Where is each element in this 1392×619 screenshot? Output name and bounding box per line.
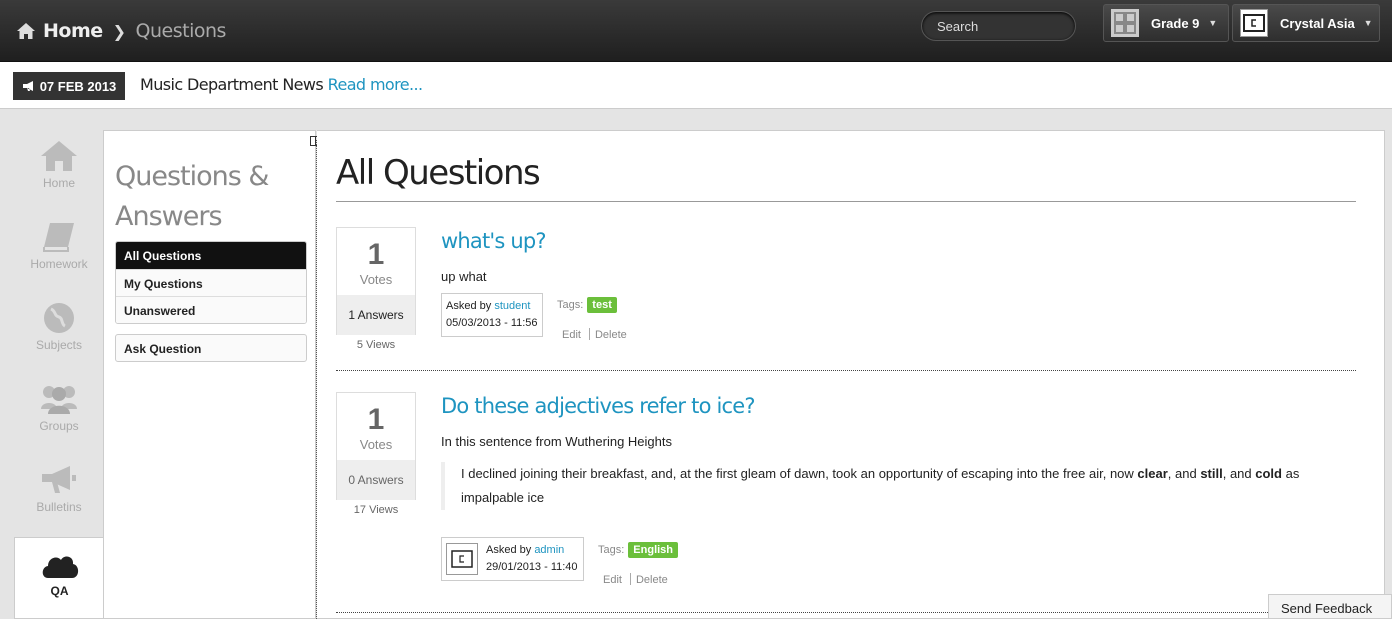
delete-link[interactable]: Delete (595, 329, 627, 341)
chevron-right-icon: ❯ (112, 21, 126, 41)
breadcrumb: Home ❯ Questions (16, 18, 226, 44)
icon-nav: Home Homework Subjects Groups Bulletins … (14, 130, 104, 619)
ask-question-button[interactable]: Ask Question (115, 334, 307, 362)
news-text: Music Department News (140, 75, 324, 94)
nav-label: QA (50, 584, 69, 598)
delete-link[interactable]: Delete (636, 574, 668, 586)
users-icon (41, 386, 77, 414)
question-title-link[interactable]: Do these adjectives refer to ice? (441, 394, 756, 418)
megaphone-icon (42, 466, 76, 493)
nav-label: Homework (30, 257, 88, 271)
question-actions: Edit Delete (562, 328, 627, 341)
page-title: All Questions (336, 153, 541, 193)
vote-box: 1 Votes 1 Answers (336, 227, 416, 335)
asked-by-label: Asked by (446, 300, 492, 312)
avatar (1240, 9, 1268, 37)
user-menu[interactable]: Crystal Asia ▼ (1232, 4, 1380, 42)
nav-label: Bulletins (36, 500, 82, 514)
grade-selector[interactable]: Grade 9 ▼ (1103, 4, 1229, 42)
sidebar-item-unanswered[interactable]: Unanswered (116, 296, 306, 323)
question-item: 1 Votes 0 Answers 17 Views Do these adje… (336, 392, 1356, 586)
question-body: In this sentence from Wuthering Heights (441, 434, 672, 449)
tags: Tags: English (598, 542, 679, 558)
title-divider (336, 201, 1356, 202)
answer-count: 0 Answers (337, 460, 415, 500)
send-feedback-button[interactable]: Send Feedback (1268, 594, 1392, 619)
tag-badge[interactable]: test (587, 297, 617, 313)
globe-icon (44, 303, 74, 333)
avatar (446, 543, 478, 575)
nav-item-bulletins[interactable]: Bulletins (14, 454, 104, 535)
breadcrumb-home-link[interactable]: Home (43, 20, 103, 42)
nav-item-subjects[interactable]: Subjects (14, 292, 104, 373)
sidebar-item-all-questions[interactable]: All Questions (116, 242, 306, 269)
edit-link[interactable]: Edit (562, 329, 581, 341)
breadcrumb-current: Questions (135, 20, 227, 42)
sidebar-list: All Questions My Questions Unanswered (115, 241, 307, 324)
sidebar-title: Questions & Answers (115, 161, 269, 232)
tag-badge[interactable]: English (628, 542, 679, 558)
question-divider (336, 370, 1356, 371)
question-date: 29/01/2013 - 11:40 (486, 561, 578, 573)
votes-label: Votes (359, 437, 393, 452)
question-item: 1 Votes 1 Answers 5 Views what's up? up … (336, 227, 1356, 367)
caret-down-icon: ▼ (1208, 18, 1218, 28)
grade-icon (1111, 9, 1139, 37)
question-quote: I declined joining their breakfast, and,… (441, 462, 1361, 510)
answer-count: 1 Answers (337, 295, 415, 335)
question-date: 05/03/2013 - 11:56 (446, 317, 538, 329)
nav-label: Groups (39, 419, 79, 433)
question-title-link[interactable]: what's up? (441, 229, 547, 253)
read-more-link[interactable]: Read more... (328, 75, 423, 94)
nav-item-groups[interactable]: Groups (14, 373, 104, 454)
top-bar: Home ❯ Questions Search Grade 9 ▼ Crysta… (0, 0, 1392, 62)
news-date: 07 FEB 2013 (39, 78, 117, 94)
sidebar-item-my-questions[interactable]: My Questions (116, 269, 306, 296)
author-link[interactable]: student (494, 300, 530, 312)
vote-count: 1 (367, 238, 385, 271)
nav-item-qa[interactable]: QA (14, 537, 104, 619)
nav-item-home[interactable]: Home (14, 130, 104, 211)
votes-label: Votes (359, 272, 393, 287)
asked-by-box: Asked by student 05/03/2013 - 11:56 (441, 293, 543, 337)
question-body: up what (441, 269, 487, 284)
view-count: 5 Views (356, 339, 396, 351)
home-icon (17, 23, 35, 39)
vote-box: 1 Votes 0 Answers (336, 392, 416, 500)
user-name: Crystal Asia (1280, 15, 1355, 31)
book-icon (43, 223, 74, 252)
news-headline: Music Department News Read more... (140, 75, 423, 94)
main-content: All Questions 1 Votes 1 Answers 5 Views … (317, 130, 1385, 619)
question-actions: Edit Delete (603, 573, 668, 586)
tags: Tags: test (557, 297, 617, 313)
cloud-icon (42, 556, 78, 578)
author-link[interactable]: admin (534, 544, 564, 556)
nav-item-homework[interactable]: Homework (14, 211, 104, 292)
nav-label: Home (42, 176, 75, 190)
asked-by-label: Asked by (486, 544, 532, 556)
nav-label: Subjects (35, 338, 83, 352)
search-input[interactable]: Search (921, 11, 1076, 41)
asked-by-box: Asked by admin 29/01/2013 - 11:40 (441, 537, 584, 581)
question-divider (336, 612, 1356, 613)
grade-label: Grade 9 (1151, 15, 1200, 31)
home-icon (41, 141, 77, 171)
tags-label: Tags: (598, 544, 625, 556)
vote-count: 1 (367, 403, 385, 436)
view-count: 17 Views (353, 504, 399, 516)
news-date-badge: 07 FEB 2013 (13, 72, 125, 100)
megaphone-icon (22, 81, 33, 91)
news-bar: 07 FEB 2013 Music Department News Read m… (0, 62, 1392, 109)
tags-label: Tags: (557, 299, 584, 311)
caret-down-icon: ▼ (1363, 18, 1373, 28)
qa-sidebar: Questions & Answers All Questions My Que… (103, 130, 316, 619)
edit-link[interactable]: Edit (603, 574, 622, 586)
